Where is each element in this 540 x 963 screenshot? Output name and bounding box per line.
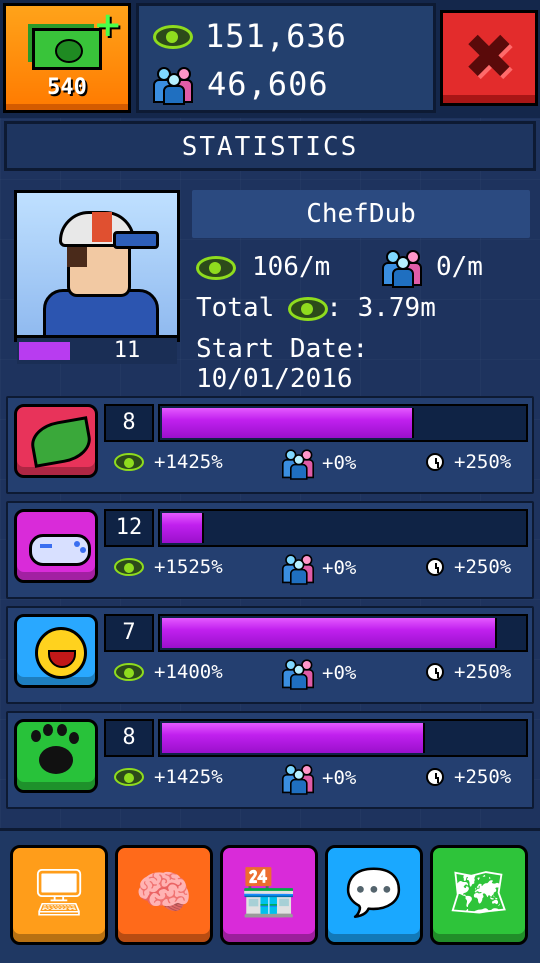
category-progress-bar	[158, 404, 528, 442]
views-rate: 106/m	[252, 252, 331, 282]
eye-icon	[114, 558, 144, 576]
category-progress-bar	[158, 719, 528, 757]
category-progress-fill	[162, 513, 204, 543]
category-bonuses: +1425% +0% +250%	[108, 448, 528, 480]
category-progress-fill	[162, 408, 414, 438]
clock-icon	[426, 663, 444, 681]
views-bonus: +1400%	[154, 661, 223, 683]
category-row[interactable]: 8 +1425% +0% +250%	[6, 396, 534, 494]
eye-icon	[114, 663, 144, 681]
cash-button[interactable]: + 540	[3, 3, 131, 113]
clock-icon	[426, 768, 444, 786]
channel-name-box[interactable]: ChefDub	[192, 190, 530, 238]
people-icon	[282, 554, 314, 585]
gamepad-icon	[29, 534, 91, 566]
people-icon	[382, 250, 422, 288]
brain-upgrade-icon: 🧠	[135, 865, 193, 919]
people-icon	[282, 449, 314, 480]
subscribers-bonus: +0%	[322, 557, 357, 579]
subscribers-total: 46,606	[207, 65, 329, 103]
computer-setup-button[interactable]: 🖥	[10, 845, 108, 945]
treasure-map-button[interactable]: 🗺	[430, 845, 528, 945]
cash-amount: 540	[47, 75, 87, 100]
plus-icon: +	[93, 5, 123, 45]
page-title: STATISTICS	[181, 132, 359, 162]
views-bonus: +1525%	[154, 556, 223, 578]
views-total: 151,636	[205, 17, 347, 55]
computer-setup-icon: 🖥	[29, 865, 89, 919]
category-icon[interactable]	[14, 509, 98, 583]
clock-icon	[426, 558, 444, 576]
category-icon[interactable]	[14, 614, 98, 688]
eye-icon	[153, 25, 193, 49]
eye-icon	[114, 768, 144, 786]
level-number: 11	[113, 338, 141, 363]
shop-button[interactable]: 🏪	[220, 845, 318, 945]
level-bar: 11	[17, 335, 177, 364]
category-level: 8	[104, 404, 154, 442]
channel-totals: 151,636 46,606	[136, 3, 436, 113]
chat-people-icon: 💬	[345, 865, 403, 919]
total-views-row: Total : 3.79m	[196, 290, 526, 326]
category-level: 12	[104, 509, 154, 547]
statistics-screen: + 540 151,636 46,606 ✖ STATISTICS 11 Che…	[0, 0, 540, 963]
subscribers-bonus: +0%	[322, 452, 357, 474]
leaf-icon	[27, 416, 95, 468]
category-bonuses: +1400% +0% +250%	[108, 658, 528, 690]
eye-icon	[288, 297, 329, 321]
subscribers-total-row: 46,606	[153, 64, 329, 105]
avatar[interactable]	[14, 190, 180, 342]
category-row[interactable]: 12 +1525% +0% +250%	[6, 501, 534, 599]
chat-people-button[interactable]: 💬	[325, 845, 423, 945]
category-icon[interactable]	[14, 719, 98, 793]
level-progress-fill	[19, 342, 70, 360]
start-date-label: Start Date:	[196, 334, 369, 364]
eye-icon	[114, 453, 144, 471]
time-bonus: +250%	[454, 556, 512, 578]
category-bonuses: +1525% +0% +250%	[108, 553, 528, 585]
people-icon	[153, 67, 193, 105]
subscribers-bonus: +0%	[322, 662, 357, 684]
treasure-map-icon: 🗺	[449, 865, 509, 919]
category-level: 8	[104, 719, 154, 757]
category-icon[interactable]	[14, 404, 98, 478]
category-row[interactable]: 7 +1400% +0% +250%	[6, 606, 534, 704]
subscribers-rate: 0/m	[436, 252, 483, 282]
category-progress-fill	[162, 723, 425, 753]
total-views: : 3.79m	[326, 293, 436, 323]
statistics-header: STATISTICS	[4, 121, 536, 171]
category-progress-bar	[158, 509, 528, 547]
category-progress-bar	[158, 614, 528, 652]
profile-panel: 11 ChefDub 106/m 0/m Total : 3.79m Start…	[0, 178, 540, 394]
time-bonus: +250%	[454, 661, 512, 683]
laughing-face-icon	[35, 627, 87, 679]
time-bonus: +250%	[454, 766, 512, 788]
views-bonus: +1425%	[154, 766, 223, 788]
category-level: 7	[104, 614, 154, 652]
brain-upgrade-button[interactable]: 🧠	[115, 845, 213, 945]
views-bonus: +1425%	[154, 451, 223, 473]
eye-icon	[196, 256, 236, 280]
category-bonuses: +1425% +0% +250%	[108, 763, 528, 795]
clock-icon	[426, 453, 444, 471]
people-icon	[282, 764, 314, 795]
channel-name: ChefDub	[306, 199, 416, 229]
top-bar: + 540 151,636 46,606 ✖	[0, 0, 540, 118]
category-progress-fill	[162, 618, 497, 648]
shop-icon: 🏪	[240, 865, 298, 919]
rates-row: 106/m 0/m	[196, 250, 526, 288]
category-row[interactable]: 8 +1425% +0% +250%	[6, 711, 534, 809]
time-bonus: +250%	[454, 451, 512, 473]
start-date-row: Start Date: 10/01/2016	[196, 334, 540, 394]
subscribers-bonus: +0%	[322, 767, 357, 789]
close-icon: ✖	[463, 20, 515, 93]
bottom-toolbar: 🖥 🧠 🏪 💬 🗺	[0, 828, 540, 963]
start-date: 10/01/2016	[196, 364, 353, 394]
close-button[interactable]: ✖	[440, 10, 538, 106]
views-total-row: 151,636	[153, 16, 347, 56]
paw-icon	[31, 730, 73, 774]
cash-plus-icon	[32, 28, 102, 70]
total-label: Total	[196, 293, 275, 323]
people-icon	[282, 659, 314, 690]
